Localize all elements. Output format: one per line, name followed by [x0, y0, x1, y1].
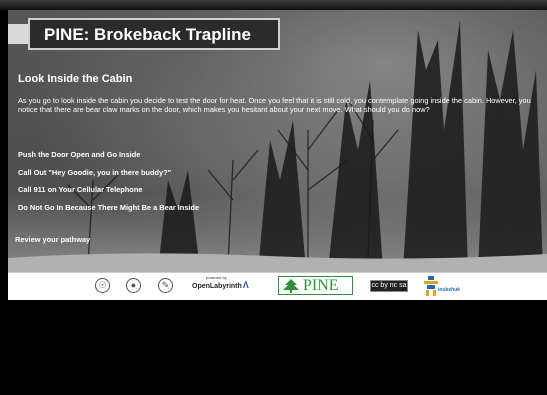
pine-logo[interactable]: PINE: [278, 276, 353, 295]
page-frame: PINE: Brokeback Trapline Look Inside the…: [8, 10, 547, 300]
accessibility-icon[interactable]: ☉: [95, 278, 110, 293]
inukshuk-logo[interactable]: inukshuk: [424, 276, 468, 298]
cc-badge-text: cc by nc sa: [371, 282, 407, 289]
node-text: As you go to look inside the cabin you d…: [18, 96, 531, 114]
footer-bar: ☉ ● ✎ powered by OpenLabyrinthΛ PINE cc …: [8, 272, 547, 300]
header-title-box: PINE: Brokeback Trapline: [28, 18, 280, 50]
node-title: Look Inside the Cabin: [18, 73, 133, 85]
inukshuk-label: inukshuk: [438, 287, 460, 293]
openlabyrinth-tagline: powered by: [206, 275, 227, 280]
title-accent-bar: [8, 24, 28, 44]
forest-background-image: PINE: Brokeback Trapline Look Inside the…: [8, 10, 547, 272]
openlabyrinth-name: OpenLabyrinth: [192, 283, 242, 290]
edit-icon[interactable]: ✎: [158, 278, 173, 293]
choice-link-push-door[interactable]: Push the Door Open and Go Inside: [18, 150, 140, 159]
openlabyrinth-mark-icon: Λ: [242, 280, 249, 290]
github-icon[interactable]: ●: [126, 278, 141, 293]
top-strip: [0, 0, 547, 10]
choice-link-do-not-go-in[interactable]: Do Not Go In Because There Might Be a Be…: [18, 203, 199, 212]
openlabyrinth-logo[interactable]: powered by OpenLabyrinthΛ: [192, 275, 249, 290]
review-pathway-link[interactable]: Review your pathway: [15, 235, 90, 244]
creative-commons-badge[interactable]: cc by nc sa: [370, 280, 408, 292]
pine-tree-icon: [283, 279, 299, 293]
page-title: PINE: Brokeback Trapline: [44, 25, 251, 44]
inukshuk-icon: [424, 276, 438, 296]
choice-link-call-911[interactable]: Call 911 on Your Cellular Telephone: [18, 185, 142, 194]
choice-link-call-out[interactable]: Call Out "Hey Goodie, you in there buddy…: [18, 168, 171, 177]
pine-logo-text: PINE: [303, 277, 339, 294]
